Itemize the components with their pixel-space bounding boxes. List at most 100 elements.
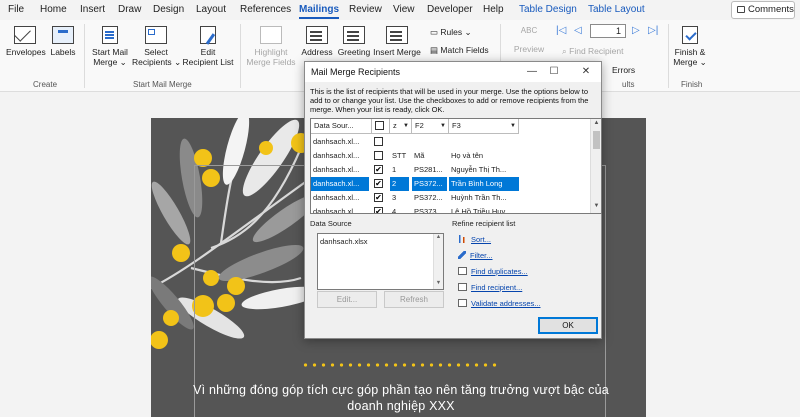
- tab-mailings[interactable]: Mailings: [299, 4, 340, 19]
- tab-layout[interactable]: Layout: [196, 4, 226, 15]
- find-duplicates-link[interactable]: Find duplicates...: [458, 267, 528, 276]
- group-label-finish: Finish: [681, 80, 703, 89]
- next-record-icon[interactable]: ▷: [632, 25, 640, 36]
- tab-insert[interactable]: Insert: [80, 4, 105, 15]
- sort-link[interactable]: Sort...: [458, 235, 491, 244]
- finish-merge-button[interactable]: Finish & Merge ⌄: [672, 26, 708, 67]
- refresh-button[interactable]: Refresh: [384, 291, 444, 308]
- table-row[interactable]: danhsach.xl... ✔ 4 PS373... Lê Hồ Triều …: [311, 205, 592, 213]
- close-icon[interactable]: ✕: [577, 64, 595, 79]
- record-number-input[interactable]: 1: [590, 24, 626, 38]
- table-row[interactable]: danhsach.xl... ✔ 3 PS372... Huỳnh Trần T…: [311, 191, 592, 205]
- certificate-caption: Vì những đóng góp tích cực góp phần tạo …: [193, 383, 609, 413]
- ribbon-separator: [668, 24, 669, 88]
- ribbon-tab-bar: File Home Insert Draw Design Layout Refe…: [0, 0, 800, 20]
- scroll-up-icon[interactable]: ▲: [591, 120, 601, 126]
- scrollbar-thumb[interactable]: [593, 131, 600, 149]
- ribbon-separator: [84, 24, 85, 88]
- scroll-up-icon[interactable]: ▲: [434, 234, 443, 240]
- tab-references[interactable]: References: [240, 4, 291, 15]
- highlight-merge-fields-button[interactable]: Highlight Merge Fields: [244, 26, 298, 67]
- row-checkbox[interactable]: ✔: [374, 193, 383, 202]
- chevron-down-icon: ▼: [440, 123, 446, 129]
- column-header-checkbox[interactable]: [372, 119, 390, 134]
- table-row[interactable]: danhsach.xl...: [311, 135, 592, 149]
- envelopes-button[interactable]: Envelopes: [6, 26, 46, 57]
- tab-home[interactable]: Home: [40, 4, 67, 15]
- tab-table-design[interactable]: Table Design: [519, 4, 577, 15]
- tab-draw[interactable]: Draw: [118, 4, 141, 15]
- find-recipient-button[interactable]: ⌕ Find Recipient: [562, 46, 623, 57]
- address-block-button[interactable]: Address: [299, 26, 335, 57]
- labels-button[interactable]: Labels: [48, 26, 78, 57]
- row-checkbox[interactable]: [374, 151, 383, 160]
- recipients-icon: [145, 26, 167, 44]
- finish-merge-icon: [682, 26, 698, 44]
- column-header-f3[interactable]: F3 ▼: [449, 119, 519, 134]
- column-header-f2[interactable]: F2 ▼: [412, 119, 449, 134]
- edit-list-icon: [200, 26, 216, 44]
- greeting-line-button[interactable]: Greeting: [336, 26, 372, 57]
- tab-design[interactable]: Design: [153, 4, 184, 15]
- scroll-down-icon[interactable]: ▼: [434, 280, 443, 286]
- minimize-icon[interactable]: —: [523, 64, 541, 79]
- scroll-down-icon[interactable]: ▼: [591, 203, 601, 209]
- filter-icon: [458, 251, 466, 259]
- previous-record-icon[interactable]: ◁: [574, 25, 582, 36]
- check-errors-button[interactable]: Errors: [612, 65, 635, 75]
- ok-button[interactable]: OK: [538, 317, 598, 334]
- row-checkbox[interactable]: ✔: [374, 179, 383, 188]
- chevron-down-icon: ⌄: [464, 27, 472, 37]
- table-row-selected[interactable]: danhsach.xl... ✔ 2 PS372... Trần Bình Lo…: [311, 177, 592, 191]
- row-checkbox[interactable]: ✔: [374, 165, 383, 174]
- tab-help[interactable]: Help: [483, 4, 504, 15]
- dialog-titlebar[interactable]: Mail Merge Recipients — ☐ ✕: [305, 62, 601, 82]
- recipient-grid: Data Sour... z ▼ F2 ▼ F3 ▼ danhsach.xl... d…: [310, 118, 602, 214]
- rules-button[interactable]: ▭ Rules ⌄: [430, 27, 472, 38]
- data-source-label: Data Source: [310, 219, 352, 228]
- grid-scrollbar[interactable]: ▲ ▼: [590, 119, 601, 213]
- dialog-title: Mail Merge Recipients: [311, 67, 401, 77]
- insert-merge-field-button[interactable]: Insert Merge: [371, 26, 423, 57]
- data-source-item[interactable]: danhsach.xlsx: [320, 237, 441, 246]
- first-record-icon[interactable]: |◁: [556, 25, 566, 36]
- match-fields-button[interactable]: ▤ Match Fields: [430, 45, 489, 56]
- column-header-data-source[interactable]: Data Sour...: [311, 119, 372, 134]
- select-recipients-button[interactable]: Select Recipients ⌄: [132, 26, 181, 67]
- abc-icon: ABC: [520, 26, 538, 35]
- dotted-divider: [301, 363, 501, 367]
- last-record-icon[interactable]: ▷|: [648, 25, 658, 36]
- row-checkbox[interactable]: ✔: [374, 207, 383, 213]
- filter-link[interactable]: Filter...: [458, 251, 493, 260]
- maximize-icon[interactable]: ☐: [545, 64, 563, 79]
- group-label-preview-results: ults: [622, 80, 635, 89]
- data-source-list[interactable]: danhsach.xlsx ▲ ▼: [317, 233, 444, 290]
- dialog-description: This is the list of recipients that will…: [310, 87, 589, 114]
- tab-file[interactable]: File: [8, 4, 24, 15]
- group-label-start-mail-merge: Start Mail Merge: [133, 80, 192, 89]
- column-header-z[interactable]: z ▼: [390, 119, 412, 134]
- tab-view[interactable]: View: [393, 4, 415, 15]
- find-recipient-link[interactable]: Find recipient...: [458, 283, 522, 292]
- data-source-scrollbar[interactable]: ▲ ▼: [433, 234, 443, 289]
- greeting-line-icon: [343, 26, 365, 44]
- preview-results-button[interactable]: ABC Preview: [508, 26, 550, 54]
- row-checkbox[interactable]: [374, 137, 383, 146]
- rules-icon: ▭: [430, 27, 439, 37]
- tab-review[interactable]: Review: [349, 4, 382, 15]
- tab-table-layout[interactable]: Table Layout: [588, 4, 645, 15]
- tab-developer[interactable]: Developer: [427, 4, 473, 15]
- refine-list-label: Refine recipient list: [452, 219, 516, 228]
- chevron-down-icon: ⌄: [119, 57, 127, 67]
- start-mail-merge-button[interactable]: Start Mail Merge ⌄: [88, 26, 132, 67]
- comments-button[interactable]: Comments: [731, 1, 795, 19]
- validate-addresses-link[interactable]: Validate addresses...: [458, 299, 541, 308]
- ribbon-separator: [240, 24, 241, 88]
- edit-recipient-list-button[interactable]: Edit Recipient List: [181, 26, 235, 67]
- table-row[interactable]: danhsach.xl... ✔ 1 PS281... Nguyễn Thị T…: [311, 163, 592, 177]
- document-icon: [102, 26, 118, 44]
- duplicates-icon: [458, 267, 467, 275]
- select-all-checkbox[interactable]: [375, 121, 384, 130]
- edit-button[interactable]: Edit...: [317, 291, 377, 308]
- table-row[interactable]: danhsach.xl... STT Mã Họ và tên: [311, 149, 592, 163]
